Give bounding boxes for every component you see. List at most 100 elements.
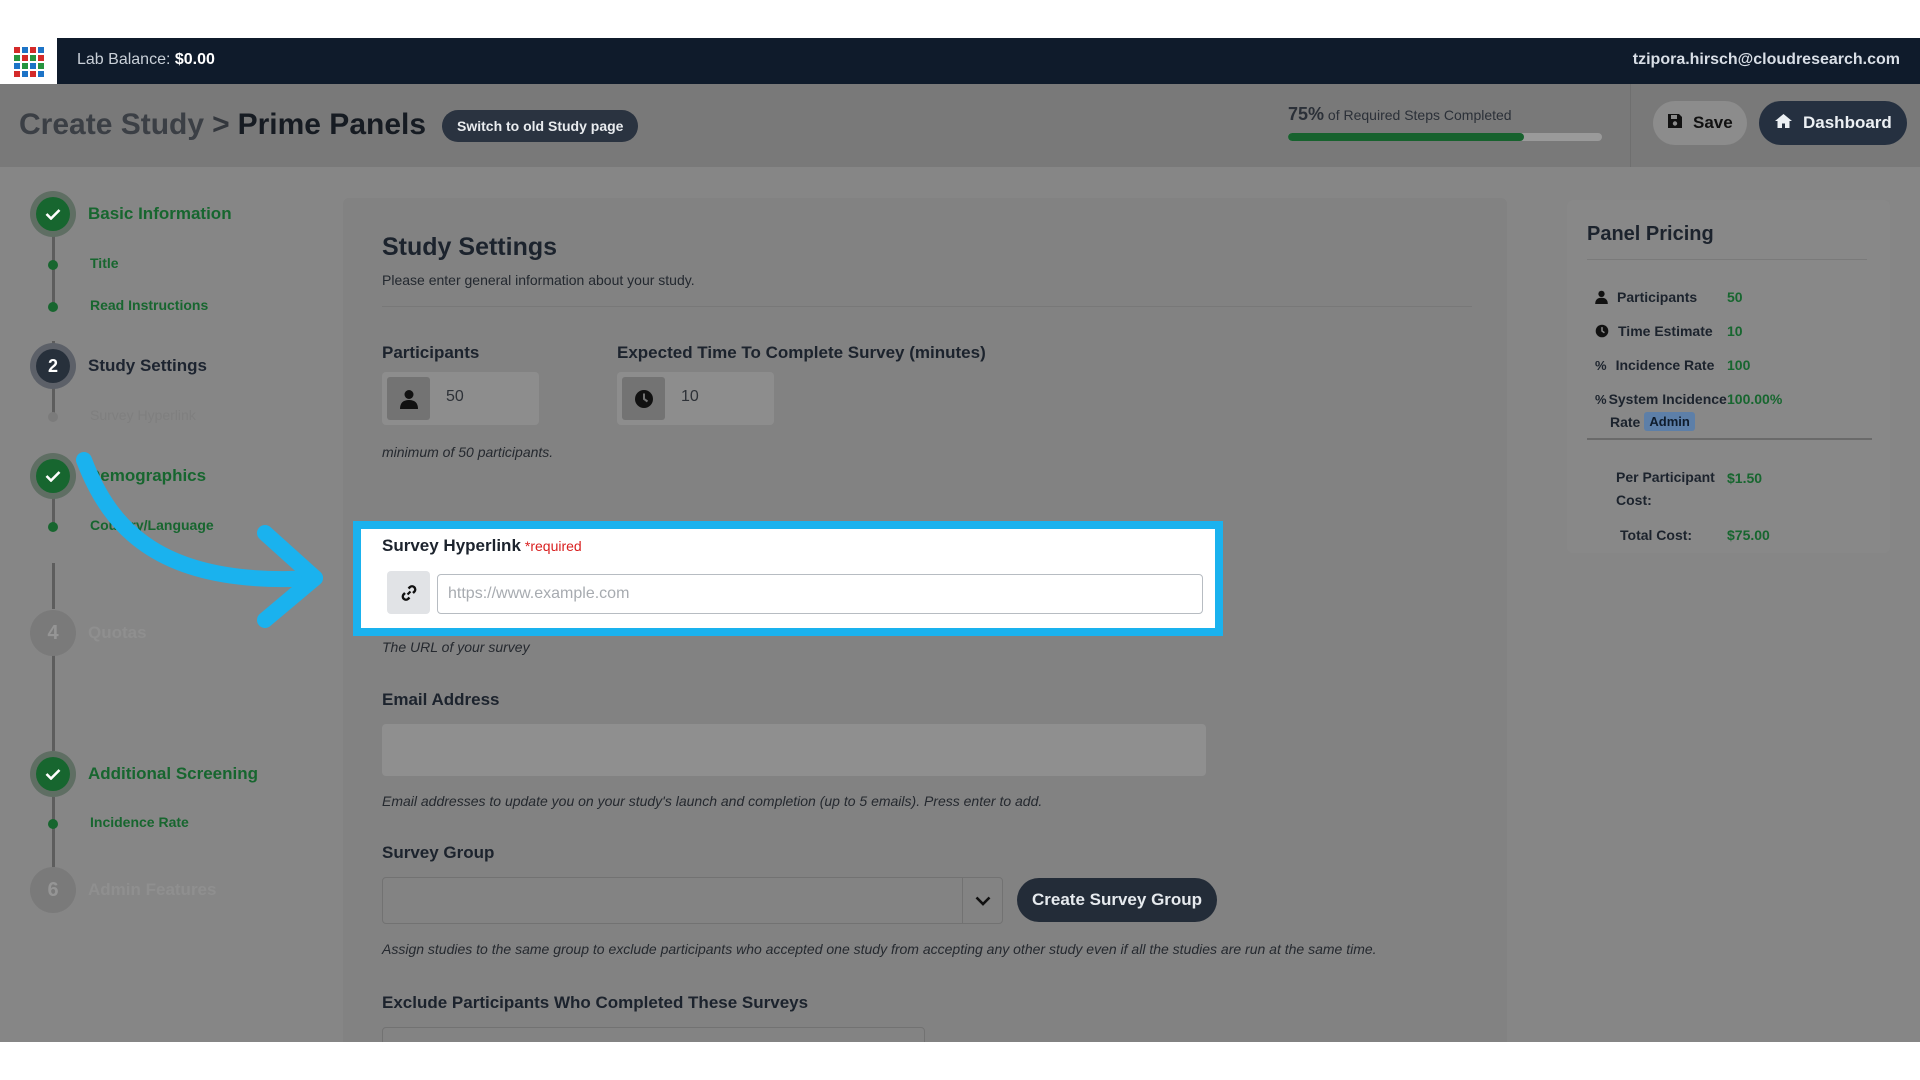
breadcrumb-separator: > bbox=[212, 108, 230, 141]
pricing-title: Panel Pricing bbox=[1587, 223, 1714, 245]
substep-title[interactable]: Title bbox=[90, 255, 119, 271]
lab-balance-label: Lab Balance: bbox=[77, 51, 171, 68]
pricing-time-label: Time Estimate bbox=[1618, 323, 1713, 339]
pricing-incidence-rate: % Incidence Rate bbox=[1595, 357, 1714, 373]
breadcrumb: Create Study > Prime Panels bbox=[19, 108, 426, 142]
clear-icon[interactable]: ✕ bbox=[900, 1039, 915, 1042]
step-1-check-icon[interactable] bbox=[30, 191, 76, 237]
step-additional-screening[interactable]: Additional Screening bbox=[88, 764, 258, 784]
pricing-participants-label: Participants bbox=[1617, 289, 1698, 305]
total-cost-label: Total Cost: bbox=[1620, 527, 1693, 543]
participants-input[interactable]: 50 bbox=[382, 372, 539, 425]
header-divider bbox=[1630, 84, 1631, 167]
stepper-connector bbox=[52, 563, 55, 609]
pricing-incidence-label: Incidence Rate bbox=[1615, 357, 1715, 373]
save-label: Save bbox=[1693, 113, 1733, 132]
user-email-menu[interactable]: tzipora.hirsch@cloudresearch.com bbox=[1633, 51, 1900, 69]
per-participant-cost-value: $1.50 bbox=[1727, 470, 1763, 486]
exclude-surveys-input[interactable]: ✕ bbox=[382, 1027, 925, 1042]
pricing-time-value: 10 bbox=[1727, 323, 1743, 339]
expected-time-label: Expected Time To Complete Survey (minute… bbox=[617, 343, 986, 362]
progress-text: 75% of Required Steps Completed bbox=[1288, 104, 1604, 125]
pricing-participants: Participants bbox=[1595, 289, 1697, 305]
top-bar: Lab Balance: $0.00 tzipora.hirsch@cloudr… bbox=[0, 38, 1920, 84]
breadcrumb-create-study[interactable]: Create Study bbox=[19, 108, 204, 141]
progress-bar-fill bbox=[1288, 133, 1524, 141]
progress-percent: 75% bbox=[1288, 104, 1325, 124]
pricing-divider bbox=[1587, 259, 1867, 260]
clock-icon bbox=[622, 377, 665, 420]
save-button[interactable]: Save bbox=[1653, 101, 1747, 145]
participants-label: Participants bbox=[382, 343, 480, 362]
section-divider bbox=[382, 306, 1472, 307]
survey-group-label: Survey Group bbox=[382, 843, 495, 862]
chevron-down-icon[interactable] bbox=[962, 878, 1002, 923]
pricing-participants-value: 50 bbox=[1727, 289, 1743, 305]
survey-group-select[interactable] bbox=[382, 877, 1003, 924]
apps-grid-icon bbox=[14, 47, 44, 77]
panel-pricing: Panel Pricing Participants 50 Time Estim… bbox=[1567, 200, 1890, 553]
apps-launcher-button[interactable] bbox=[0, 38, 57, 84]
step-2-number[interactable]: 2 bbox=[30, 343, 76, 389]
exclude-surveys-label: Exclude Participants Who Completed These… bbox=[382, 993, 809, 1012]
progress-indicator: 75% of Required Steps Completed bbox=[1288, 104, 1604, 141]
section-title: Study Settings bbox=[382, 233, 558, 261]
clock-icon bbox=[1595, 324, 1609, 338]
progress-caption: of Required Steps Completed bbox=[1327, 107, 1512, 123]
home-icon bbox=[1774, 113, 1793, 134]
dashboard-label: Dashboard bbox=[1803, 113, 1892, 132]
survey-hyperlink-label-text: Survey Hyperlink bbox=[382, 536, 521, 555]
percent-icon: % bbox=[1595, 357, 1607, 373]
stepper-connector bbox=[52, 797, 55, 867]
section-subtitle: Please enter general information about y… bbox=[382, 272, 695, 288]
stepper-connector bbox=[52, 653, 55, 751]
step-basic-information[interactable]: Basic Information bbox=[88, 204, 232, 224]
step-study-settings[interactable]: Study Settings bbox=[88, 356, 207, 376]
per-participant-cost-label: Per Participant Cost: bbox=[1616, 469, 1715, 508]
progress-bar bbox=[1288, 133, 1602, 141]
substep-incidence-rate[interactable]: Incidence Rate bbox=[90, 814, 189, 830]
pricing-incidence-value: 100 bbox=[1727, 357, 1751, 373]
email-input[interactable] bbox=[382, 724, 1206, 776]
floppy-disk-icon bbox=[1667, 113, 1683, 134]
step-6-number[interactable]: 6 bbox=[30, 867, 76, 913]
substep-read-instructions[interactable]: Read Instructions bbox=[90, 297, 208, 313]
step-5-check-icon[interactable] bbox=[30, 751, 76, 797]
substep-dot bbox=[48, 260, 58, 270]
tutorial-arrow-icon bbox=[76, 452, 323, 628]
survey-hyperlink-input[interactable] bbox=[437, 574, 1203, 614]
pricing-system-incidence-label: System Incidence bbox=[1608, 391, 1727, 407]
admin-badge: Admin bbox=[1644, 412, 1695, 431]
app-window: Lab Balance: $0.00 tzipora.hirsch@cloudr… bbox=[0, 38, 1920, 1042]
pricing-divider-strong bbox=[1587, 438, 1872, 440]
pricing-time-estimate: Time Estimate bbox=[1595, 323, 1713, 339]
survey-hyperlink-highlight: Survey Hyperlink *required bbox=[353, 521, 1223, 636]
hyperlink-hint: The URL of your survey bbox=[382, 639, 530, 655]
email-label: Email Address bbox=[382, 690, 500, 709]
total-cost-value: $75.00 bbox=[1727, 527, 1770, 543]
survey-group-hint: Assign studies to the same group to excl… bbox=[382, 941, 1377, 957]
email-hint: Email addresses to update you on your st… bbox=[382, 793, 1043, 809]
pricing-system-incidence: % System Incidence bbox=[1595, 391, 1727, 407]
substep-dot bbox=[48, 302, 58, 312]
lab-balance: Lab Balance: $0.00 bbox=[77, 51, 215, 69]
dashboard-button[interactable]: Dashboard bbox=[1759, 101, 1907, 145]
participants-value: 50 bbox=[446, 388, 464, 405]
link-icon bbox=[387, 571, 430, 614]
pricing-system-incidence-line2: Rate Admin bbox=[1610, 412, 1695, 431]
breadcrumb-current: Prime Panels bbox=[237, 108, 427, 141]
substep-survey-hyperlink[interactable]: Survey Hyperlink bbox=[90, 407, 196, 423]
person-icon bbox=[1595, 290, 1608, 304]
expected-time-value: 10 bbox=[681, 388, 699, 405]
substep-dot bbox=[48, 412, 58, 422]
lab-balance-value: $0.00 bbox=[174, 51, 215, 68]
step-admin-features[interactable]: Admin Features bbox=[88, 880, 216, 900]
percent-icon: % bbox=[1595, 391, 1607, 407]
create-survey-group-button[interactable]: Create Survey Group bbox=[1017, 878, 1218, 922]
pricing-system-incidence-value: 100.00% bbox=[1727, 391, 1783, 407]
substep-dot bbox=[48, 819, 58, 829]
expected-time-input[interactable]: 10 bbox=[617, 372, 774, 425]
switch-old-study-page-button[interactable]: Switch to old Study page bbox=[442, 110, 639, 142]
survey-hyperlink-label: Survey Hyperlink *required bbox=[382, 536, 582, 556]
pricing-rate-word: Rate bbox=[1610, 413, 1641, 430]
